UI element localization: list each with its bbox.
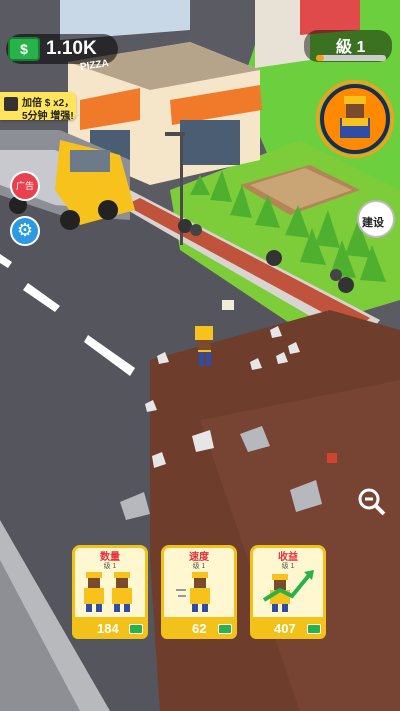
cash-icon: [218, 624, 232, 634]
no-ads-button[interactable]: 广告: [10, 171, 40, 201]
zoom-out-icon: [358, 488, 386, 516]
video-icon: [4, 97, 18, 111]
level-progress-bar: [316, 55, 386, 61]
build-label: 建设: [362, 217, 384, 229]
worker-avatar-button[interactable]: [320, 84, 390, 154]
worker-avatar-icon: [340, 96, 370, 138]
level-label: 級 1: [336, 39, 366, 56]
running-worker-icon: [176, 572, 210, 612]
no-ads-label: 广告: [15, 181, 34, 191]
gear-icon: ⚙: [16, 220, 34, 240]
card-value-count: 184: [97, 621, 119, 636]
level-progress-fill: [316, 55, 324, 61]
settings-button[interactable]: ⚙: [10, 216, 40, 246]
cash-icon: [129, 624, 143, 634]
ad-boost-line2: 5分钟 增强!: [22, 111, 74, 122]
card-value-speed: 62: [192, 621, 207, 636]
zoom-out-button[interactable]: [356, 486, 388, 518]
workers-icon: [84, 572, 132, 612]
income-worker-icon: [262, 570, 314, 612]
card-value-income: 407: [274, 621, 296, 636]
cash-icon: [307, 624, 321, 634]
cash-icon: $: [8, 37, 40, 61]
money-amount: 1.10K: [46, 38, 97, 59]
